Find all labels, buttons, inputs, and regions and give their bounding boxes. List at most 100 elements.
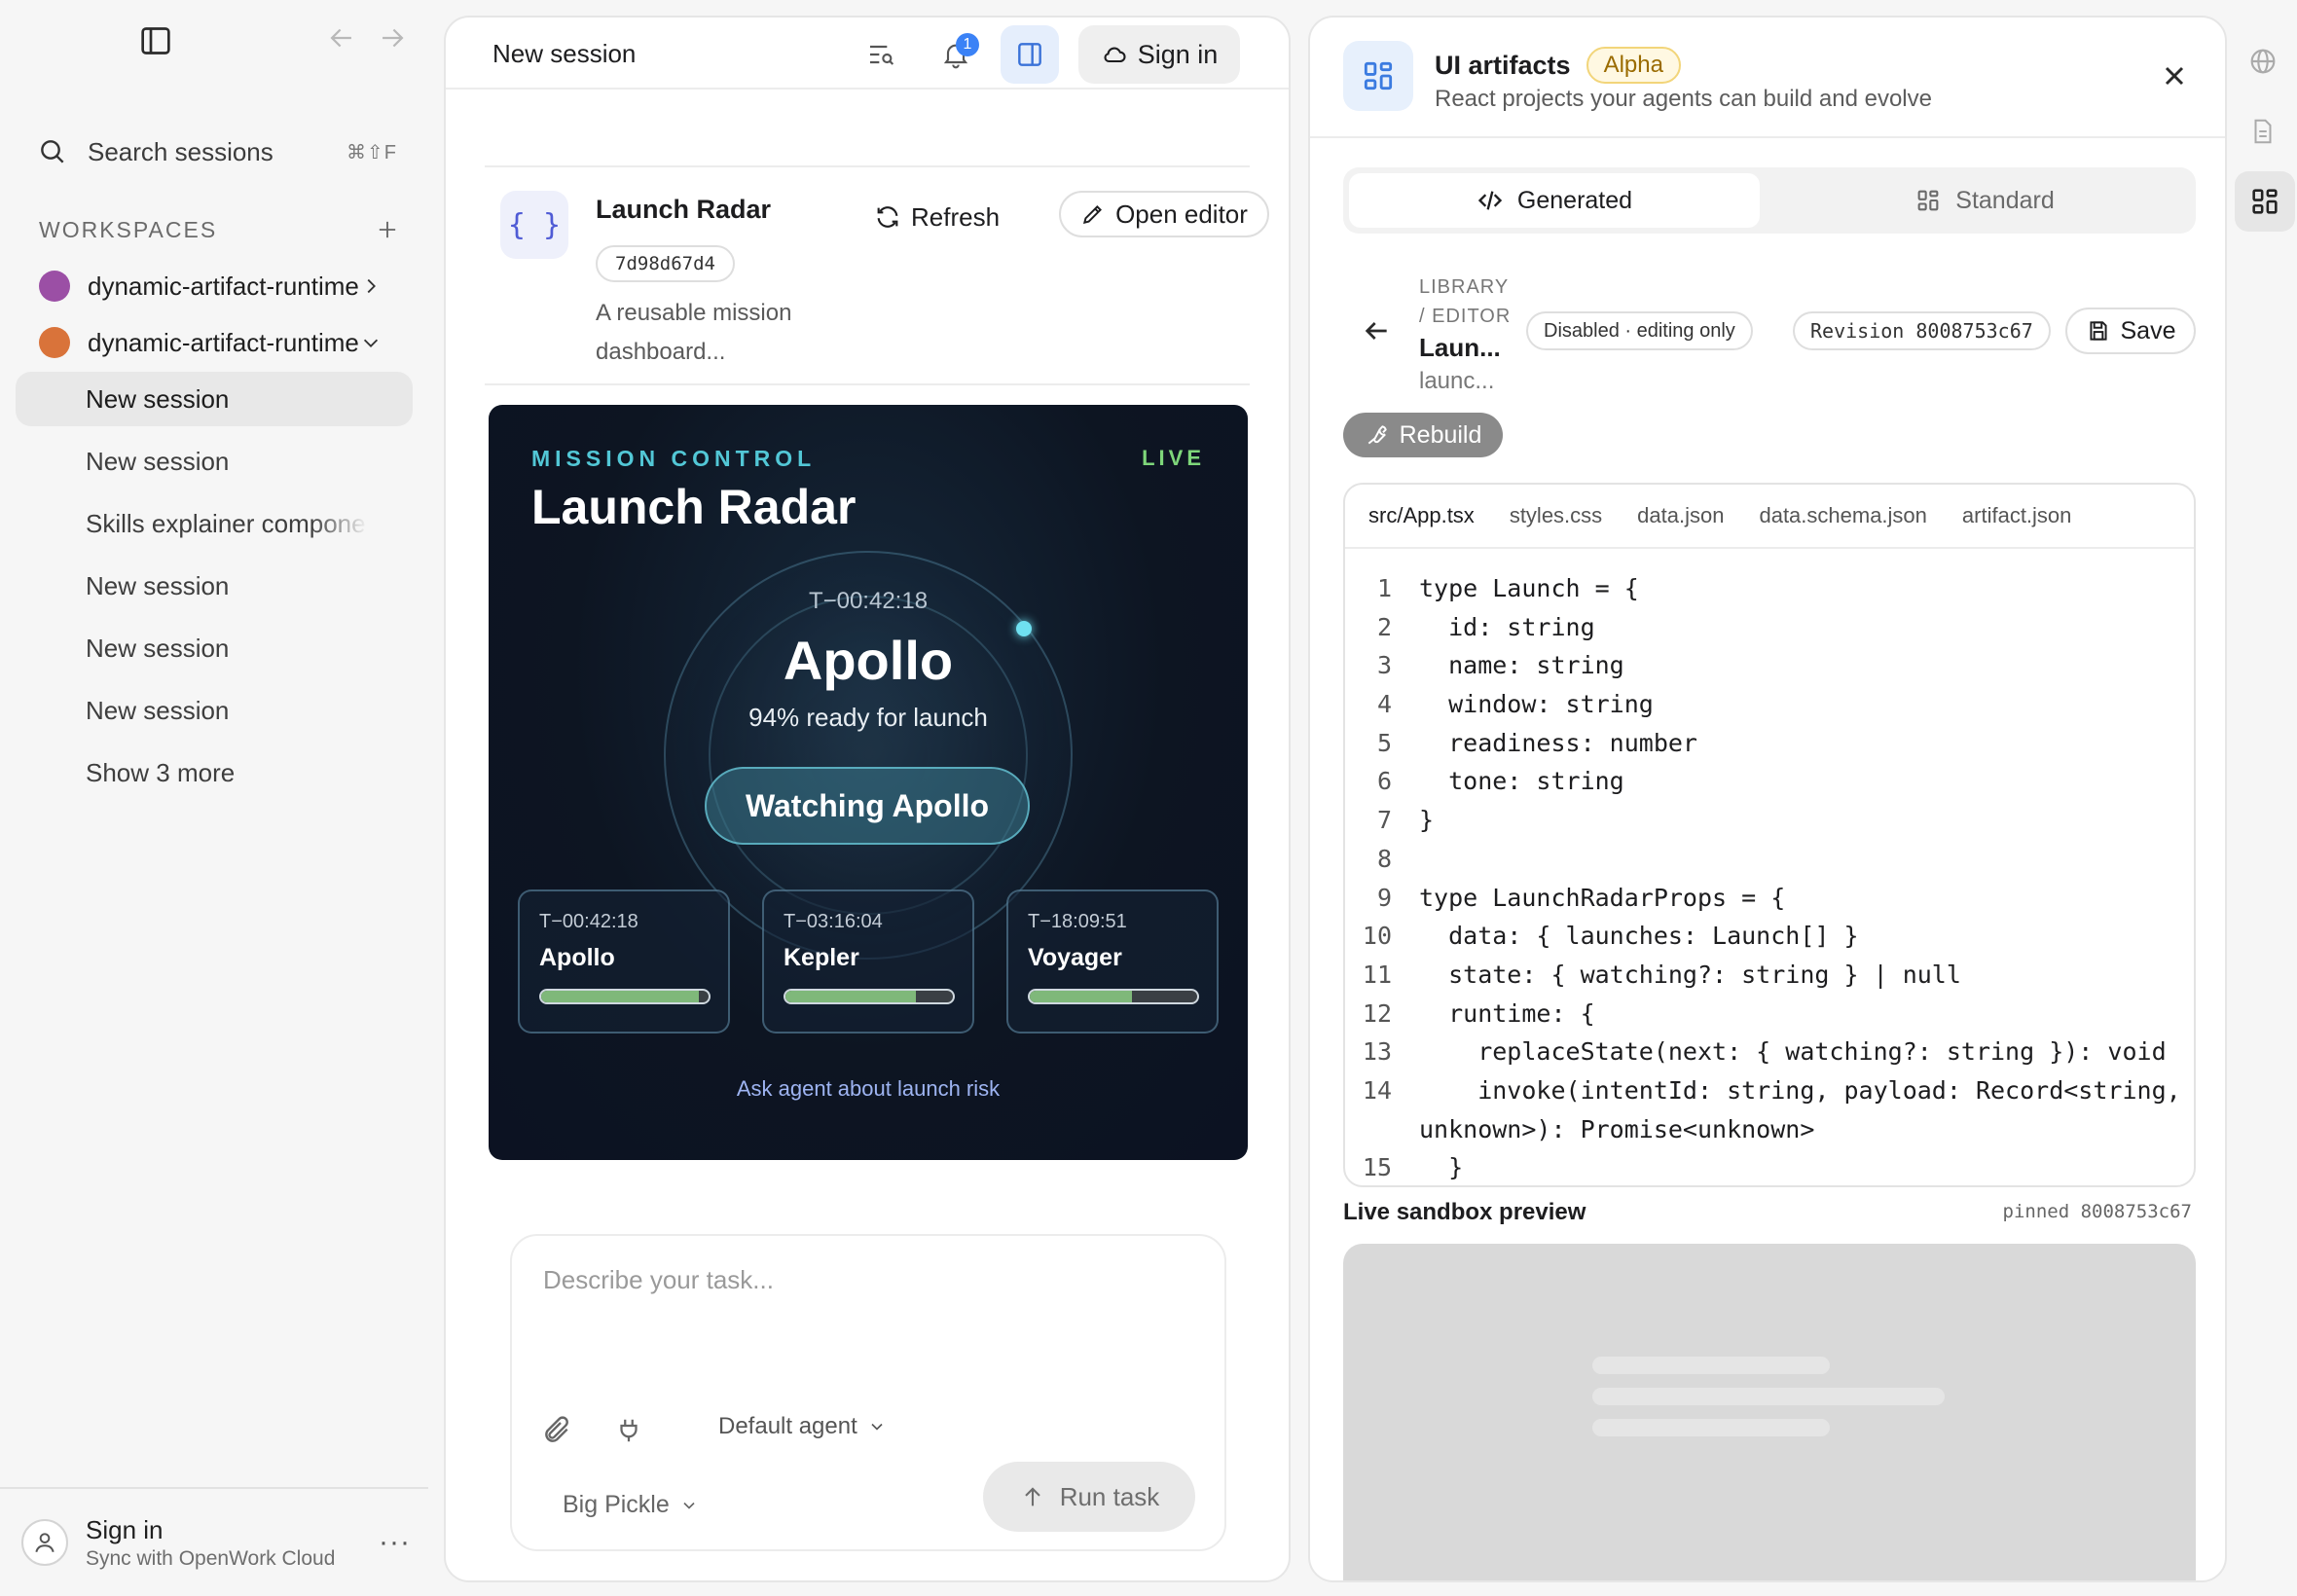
ask-agent-link[interactable]: Ask agent about launch risk — [489, 1076, 1248, 1102]
search-sessions[interactable]: Search sessions ⌘⇧F — [37, 134, 397, 169]
status-pill: Disabled · editing only — [1526, 311, 1753, 350]
workspace-name: dynamic-artifact-runtime — [88, 271, 359, 301]
session-label: New session — [86, 383, 230, 414]
tab-standard[interactable]: Standard — [1779, 173, 2190, 228]
more-options-button[interactable]: ··· — [379, 1526, 411, 1559]
document-rail-button[interactable] — [2241, 109, 2285, 154]
session-label: New session — [86, 446, 230, 476]
agent-selector[interactable]: Default agent — [718, 1413, 887, 1440]
show-more-button[interactable]: Show 3 more — [16, 745, 413, 800]
session-item[interactable]: New session — [16, 372, 413, 426]
session-label: New session — [86, 570, 230, 600]
session-label: New session — [86, 633, 230, 663]
document-icon — [2254, 119, 2272, 144]
focus-name: Apollo — [783, 630, 954, 691]
line-number: 12 — [1362, 998, 1392, 1028]
line-number: 1 — [1376, 574, 1392, 602]
code-line: 15 } — [1345, 1153, 2194, 1185]
session-item[interactable]: New session — [16, 559, 413, 613]
add-workspace-icon[interactable] — [374, 216, 401, 243]
session-item[interactable]: Skills explainer component — [16, 496, 413, 551]
session-title: New session — [492, 39, 637, 68]
session-item[interactable]: New session — [16, 434, 413, 489]
line-text: window: string — [1419, 690, 1654, 719]
code-content[interactable]: 1 type Launch = {2 id: string 3 name: stri… — [1345, 574, 2194, 1185]
watching-button[interactable]: Watching Apollo — [705, 767, 1030, 845]
session-item[interactable]: New session — [16, 683, 413, 738]
notification-badge: 1 — [956, 33, 979, 56]
line-number: 14 — [1362, 1075, 1392, 1105]
line-text: readiness: number — [1419, 728, 1697, 757]
chevron-down-icon — [363, 339, 379, 347]
arrow-left-icon — [330, 28, 351, 48]
line-text: unknown>): Promise<unknown> — [1419, 1114, 1815, 1143]
rebuild-button[interactable]: Rebuild — [1343, 413, 1503, 457]
workspace-color-dot — [39, 271, 70, 302]
refresh-icon — [877, 206, 898, 228]
artifact-name: Launch Radar — [596, 195, 772, 224]
file-tab[interactable]: artifact.json — [1951, 495, 2084, 536]
open-editor-button[interactable]: Open editor — [1059, 191, 1269, 237]
footer-subtitle: Sync with OpenWork Cloud — [86, 1546, 336, 1570]
line-text: id: string — [1419, 612, 1595, 641]
toggle-sidebar-button[interactable] — [136, 21, 175, 60]
preview-pin: pinned 8008753c67 — [2002, 1201, 2192, 1222]
session-item[interactable]: New session — [16, 621, 413, 675]
code-line: 4 window: string — [1345, 690, 2194, 729]
file-tabs: src/App.tsx styles.css data.json data.sc… — [1345, 485, 2194, 549]
focus-tminus: T−00:42:18 — [808, 588, 929, 614]
plugin-button[interactable] — [609, 1411, 648, 1450]
workspaces-heading: WORKSPACES — [39, 216, 218, 242]
preview-title: Live sandbox preview — [1343, 1199, 1586, 1225]
close-icon[interactable] — [2159, 60, 2190, 91]
sign-in-button[interactable]: Sign in — [1078, 25, 1240, 84]
line-number: 6 — [1376, 767, 1392, 796]
chevron-right-icon — [367, 278, 376, 294]
line-number: 11 — [1362, 960, 1392, 989]
artifacts-rail-button[interactable] — [2235, 171, 2295, 232]
footer-title: Sign in — [86, 1514, 164, 1544]
globe-rail-button[interactable] — [2241, 39, 2285, 84]
workspace-item[interactable]: dynamic-artifact-runtime — [39, 323, 382, 362]
workspaces-header: WORKSPACES — [39, 216, 401, 243]
session-search-button[interactable] — [853, 25, 911, 84]
cloud-icon — [1104, 47, 1126, 63]
launch-card[interactable]: T−18:09:51 Voyager — [1006, 889, 1219, 1034]
launch-card[interactable]: T−00:42:18 Apollo — [518, 889, 730, 1034]
code-line: 10 data: { launches: Launch[] } — [1345, 922, 2194, 961]
file-tab[interactable]: styles.css — [1498, 495, 1614, 536]
tab-generated[interactable]: Generated — [1349, 173, 1760, 228]
file-tab[interactable]: src/App.tsx — [1357, 495, 1486, 536]
task-input[interactable]: Describe your task... — [543, 1265, 774, 1295]
code-line: 3 name: string — [1345, 651, 2194, 690]
toggle-artifacts-panel-button[interactable] — [1001, 25, 1059, 84]
refresh-button[interactable]: Refresh — [874, 195, 1000, 239]
run-task-button[interactable]: Run task — [983, 1462, 1195, 1532]
save-button[interactable]: Save — [2065, 308, 2196, 354]
notifications-button[interactable]: 1 — [927, 25, 985, 84]
back-button[interactable] — [325, 21, 364, 60]
file-tab[interactable]: data.json — [1625, 495, 1735, 536]
readiness-fill — [541, 991, 699, 1002]
forward-button[interactable] — [376, 21, 415, 60]
arrow-right-icon — [383, 28, 404, 48]
code-line: 13 replaceState(next: { watching?: strin… — [1345, 1037, 2194, 1076]
model-selector[interactable]: Big Pickle — [563, 1491, 699, 1519]
breadcrumb-library[interactable]: LIBRARY — [1419, 272, 1511, 302]
focus-readiness: 94% ready for launch — [748, 703, 988, 732]
file-tab[interactable]: data.schema.json — [1747, 495, 1938, 536]
sidebar-divider — [0, 1487, 428, 1489]
live-indicator: LIVE — [1142, 446, 1205, 470]
launch-name: Kepler — [784, 944, 859, 971]
artifact-type-tabs: Generated Standard — [1343, 167, 2196, 234]
show-more-label: Show 3 more — [86, 757, 236, 787]
launch-card[interactable]: T−03:16:04 Kepler — [762, 889, 974, 1034]
session-label: New session — [86, 695, 230, 725]
back-arrow-icon[interactable] — [1361, 315, 1392, 346]
attach-button[interactable] — [537, 1411, 576, 1450]
line-text: type Launch = { — [1419, 574, 1639, 602]
workspace-item[interactable]: dynamic-artifact-runtime — [39, 267, 382, 306]
tab-label: Generated — [1516, 186, 1633, 214]
sidebar-footer[interactable]: Sign in Sync with OpenWork Cloud ··· — [21, 1508, 411, 1577]
dashboard-title: Launch Radar — [531, 480, 857, 534]
